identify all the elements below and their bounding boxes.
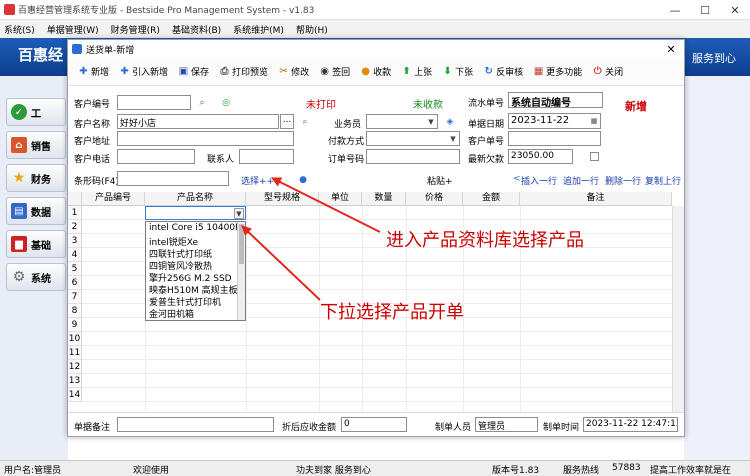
annotation-enter-library: 进入产品资料库选择产品: [386, 230, 584, 251]
arrow-to-select-link: [271, 177, 381, 233]
annotation-dropdown-select: 下拉选择产品开单: [320, 302, 464, 323]
app-root: 百惠经营管理系统专业版 - Bestside Pro Management Sy…: [0, 0, 750, 476]
arrow-to-dropdown: [241, 225, 321, 301]
annotation-arrows: [241, 177, 381, 301]
